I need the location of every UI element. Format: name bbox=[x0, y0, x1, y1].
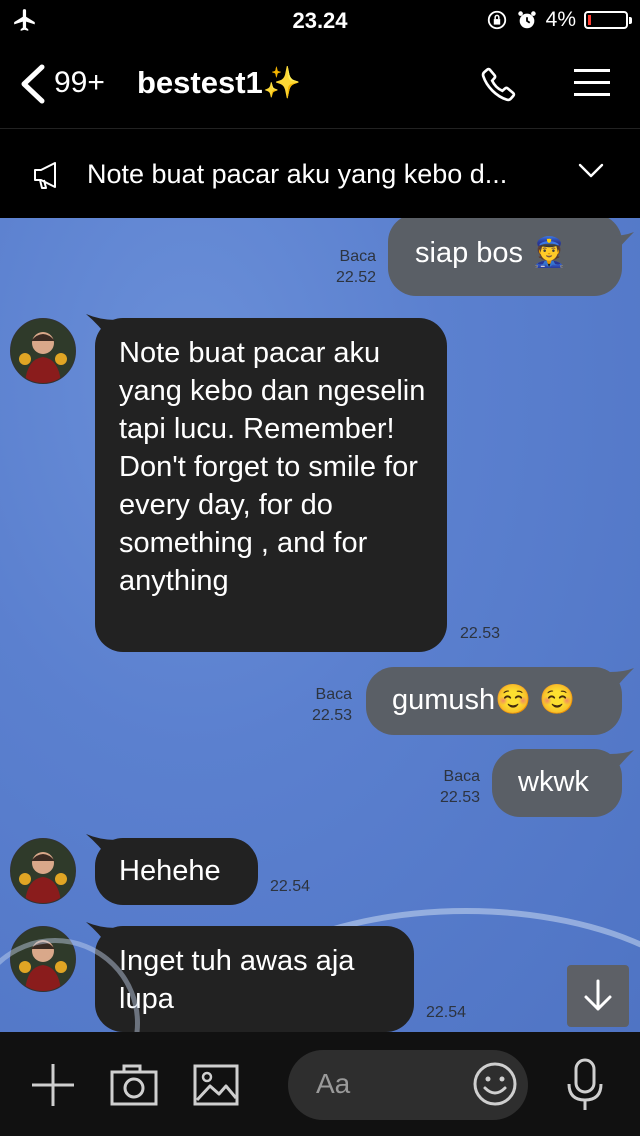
avatar[interactable] bbox=[10, 926, 76, 992]
camera-icon[interactable] bbox=[110, 1064, 158, 1106]
back-chevron-icon[interactable] bbox=[18, 64, 46, 104]
alarm-icon bbox=[517, 11, 536, 29]
read-receipt: Baca bbox=[443, 768, 480, 785]
message-time: 22.52 bbox=[335, 269, 376, 286]
plus-icon[interactable] bbox=[30, 1062, 76, 1108]
status-right: 4% bbox=[486, 8, 632, 32]
chevron-down-icon[interactable] bbox=[578, 163, 604, 179]
read-receipt: Baca bbox=[315, 686, 352, 703]
message-text: Hehehe bbox=[119, 855, 221, 887]
announcement-text: Note buat pacar aku yang kebo d... bbox=[87, 159, 508, 189]
image-icon[interactable] bbox=[193, 1064, 239, 1106]
message-time: 22.54 bbox=[426, 1004, 467, 1021]
bubble-tail bbox=[610, 668, 634, 690]
message-meta: Baca 22.53 bbox=[424, 766, 480, 808]
bubble-tail bbox=[610, 750, 634, 772]
read-receipt: Baca bbox=[339, 248, 376, 265]
lock-rotation-icon bbox=[487, 10, 506, 30]
bubble-tail bbox=[610, 232, 634, 254]
back-unread-count[interactable]: 99+ bbox=[54, 66, 105, 100]
message-bubble-out[interactable]: gumush☺️ ☺️ bbox=[366, 667, 622, 735]
megaphone-icon bbox=[34, 162, 56, 189]
chat-area[interactable]: Baca 22.52 siap bos 👮 Note buat pacar ak… bbox=[0, 218, 640, 1032]
status-bar: 23.24 4% bbox=[0, 0, 640, 40]
message-text: siap bos 👮 bbox=[415, 237, 568, 269]
menu-icon[interactable] bbox=[574, 68, 610, 98]
message-text: wkwk bbox=[518, 766, 589, 798]
input-toolbar: Aa bbox=[0, 1032, 640, 1136]
message-time: 22.54 bbox=[270, 878, 311, 895]
message-text: gumush☺️ ☺️ bbox=[392, 684, 576, 716]
announcement-bar[interactable]: Note buat pacar aku yang kebo d... bbox=[0, 128, 640, 219]
chat-title[interactable]: bestest1✨ bbox=[137, 64, 301, 101]
scroll-down-icon bbox=[584, 979, 612, 1011]
scroll-to-bottom-button[interactable] bbox=[567, 965, 629, 1027]
message-bubble-out[interactable]: wkwk bbox=[492, 749, 622, 817]
phone-icon[interactable] bbox=[479, 64, 519, 104]
message-text: Inget tuh awas aja lupa bbox=[119, 945, 355, 1015]
chat-header: 99+ bestest1✨ bbox=[0, 40, 640, 128]
message-text: Note buat pacar aku yang kebo dan ngesel… bbox=[119, 337, 426, 597]
message-meta: Baca 22.53 bbox=[296, 684, 352, 726]
message-bubble-in[interactable]: Hehehe bbox=[95, 838, 258, 905]
message-time: 22.53 bbox=[460, 625, 501, 642]
battery-icon bbox=[584, 11, 632, 29]
message-meta: Baca 22.52 bbox=[320, 246, 376, 288]
battery-percent: 4% bbox=[545, 8, 576, 31]
avatar[interactable] bbox=[10, 318, 76, 384]
message-bubble-in[interactable]: Note buat pacar aku yang kebo dan ngesel… bbox=[95, 318, 447, 652]
avatar[interactable] bbox=[10, 838, 76, 904]
message-time: 22.53 bbox=[439, 789, 480, 806]
mic-icon[interactable] bbox=[566, 1058, 604, 1112]
message-input-placeholder: Aa bbox=[316, 1068, 351, 1099]
message-time: 22.53 bbox=[311, 707, 352, 724]
message-bubble-out[interactable]: siap bos 👮 bbox=[388, 218, 622, 296]
message-bubble-in[interactable]: Inget tuh awas aja lupa bbox=[95, 926, 414, 1032]
emoji-icon[interactable] bbox=[472, 1061, 518, 1107]
